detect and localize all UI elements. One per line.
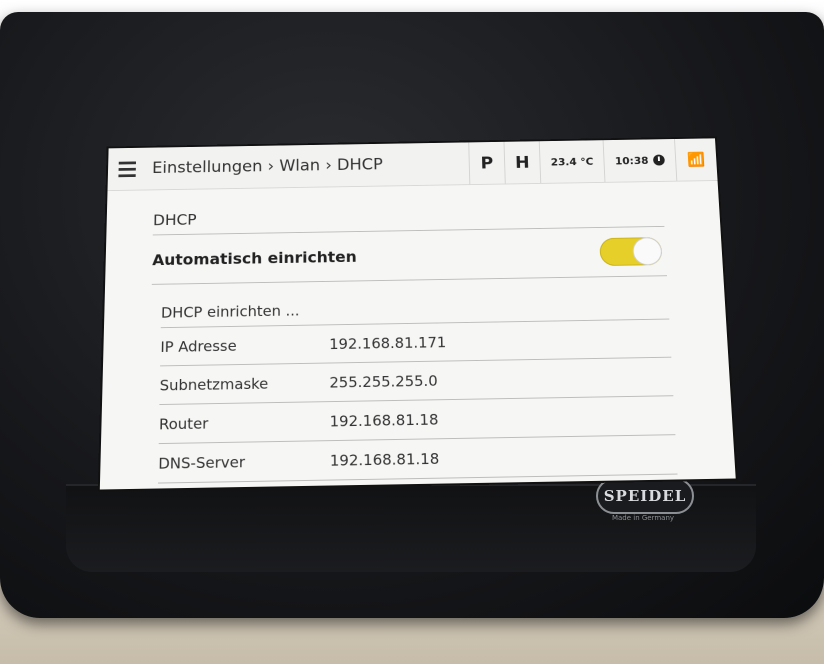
brand-logo: SPEIDEL — [596, 478, 694, 514]
dns-server-value: 192.168.81.18 — [329, 449, 440, 470]
h-button[interactable]: H — [503, 141, 541, 184]
auto-setup-label: Automatisch einrichten — [152, 247, 357, 269]
brand-tagline: Made in Germany — [611, 514, 675, 522]
settings-content: DHCP Automatisch einrichten DHCP einrich… — [148, 180, 678, 484]
auto-setup-toggle[interactable] — [599, 237, 663, 267]
wifi-icon[interactable]: 📶 — [674, 138, 718, 181]
ip-address-value: 192.168.81.171 — [329, 333, 447, 353]
p-button[interactable]: P — [468, 141, 505, 185]
router-label: Router — [158, 414, 209, 433]
breadcrumb: Einstellungen › Wlan › DHCP — [151, 155, 384, 178]
toggle-knob — [633, 238, 662, 265]
temperature-display: 23.4 °C — [538, 140, 605, 183]
auto-setup-row[interactable]: Automatisch einrichten — [151, 226, 668, 285]
time-text: 10:38 — [614, 154, 649, 167]
touch-screen: Einstellungen › Wlan › DHCP P H 23.4 °C … — [99, 138, 736, 490]
brand-logo-text: SPEIDEL — [603, 487, 687, 505]
dns-server-row: DNS-Server 192.168.81.18 — [157, 435, 678, 484]
router-value: 192.168.81.18 — [329, 410, 439, 430]
ip-address-label: IP Adresse — [160, 336, 237, 356]
time-display: 10:38 — [602, 139, 677, 182]
subnet-mask-label: Subnetzmaske — [159, 374, 269, 394]
dns-server-label: DNS-Server — [158, 452, 246, 473]
subnet-mask-value: 255.255.255.0 — [329, 371, 438, 391]
hamburger-icon[interactable] — [108, 148, 147, 190]
clock-icon — [652, 154, 665, 166]
